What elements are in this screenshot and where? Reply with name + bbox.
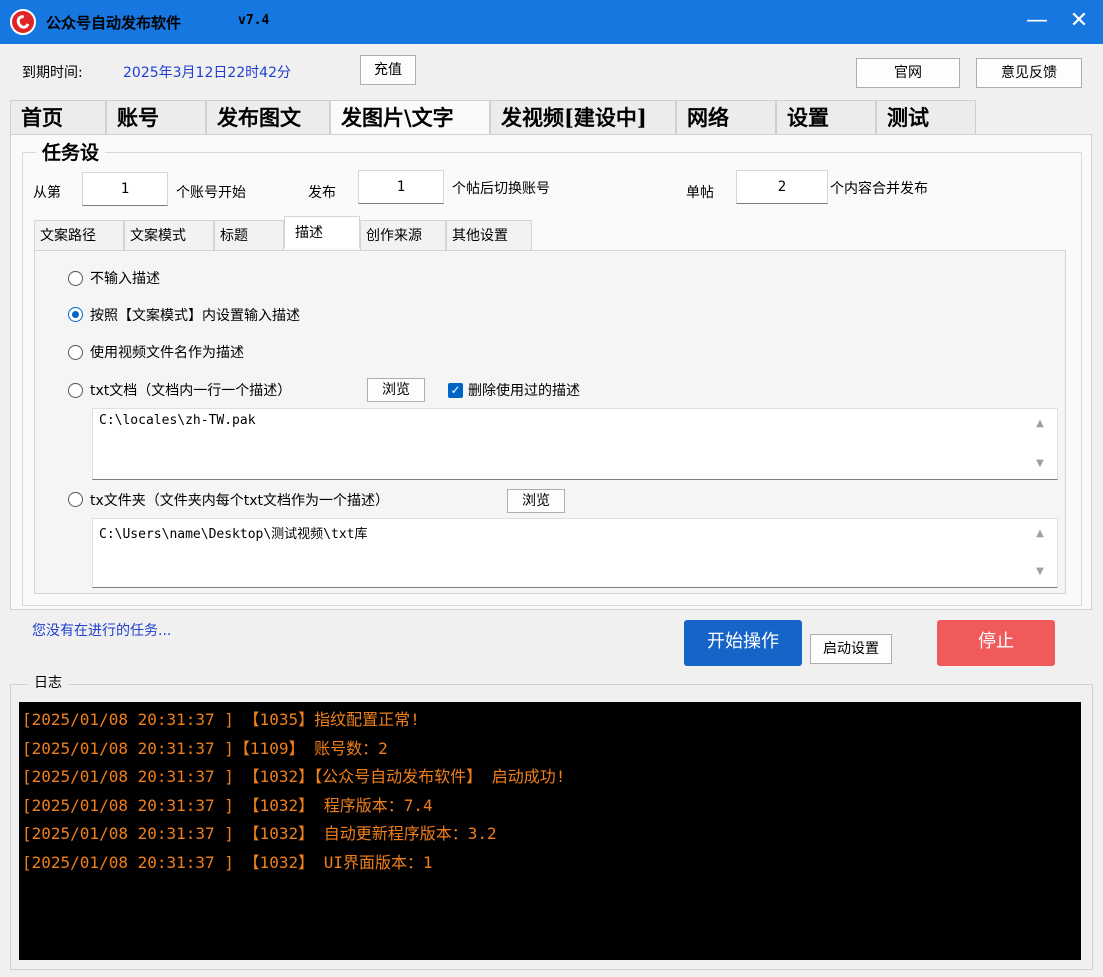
subtab-copy-path[interactable]: 文案路径 (34, 220, 124, 250)
status-text: 您没有在进行的任务... (32, 623, 172, 639)
log-line: [2025/01/08 20:31:37 ] 【1032】 程序版本：7.4 (22, 795, 433, 815)
single-label: 单帖 (686, 185, 714, 201)
from-label: 从第 (33, 185, 61, 201)
tab-test[interactable]: 测试 (876, 100, 976, 134)
tab-account[interactable]: 账号 (106, 100, 206, 134)
publish-suffix: 个帖后切换账号 (452, 181, 550, 197)
tab-publish-image-text[interactable]: 发图片\文字 (330, 100, 490, 134)
tab-publish-article[interactable]: 发布图文 (206, 100, 330, 134)
scroll-up-icon[interactable]: ▲ (1034, 418, 1046, 430)
from-suffix: 个账号开始 (176, 185, 246, 201)
log-console: [2025/01/08 20:31:37 ] 【1035】指纹配置正常! [20… (19, 702, 1081, 960)
tab-network[interactable]: 网络 (676, 100, 776, 134)
log-line: [2025/01/08 20:31:37 ] 【1032】 UI界面版本：1 (22, 852, 433, 872)
window-version: v7.4 (238, 13, 270, 28)
tab-home[interactable]: 首页 (10, 100, 106, 134)
log-title: 日志 (28, 672, 68, 692)
radio-mode-description[interactable] (68, 307, 83, 322)
radio-folder-description-label: tx文件夹（文件夹内每个txt文档作为一个描述） (90, 493, 390, 509)
close-button[interactable]: ✕ (1062, 6, 1096, 36)
merge-count-input[interactable]: 2 (736, 170, 828, 204)
single-suffix: 个内容合并发布 (830, 181, 928, 197)
subtab-creation-source[interactable]: 创作来源 (360, 220, 446, 250)
folder-path-textarea[interactable]: C:\Users\name\Desktop\测试视频\txt库 (92, 518, 1058, 588)
recharge-button[interactable]: 充值 (360, 55, 416, 85)
official-site-button[interactable]: 官网 (856, 58, 960, 88)
minimize-button[interactable]: — (1020, 6, 1054, 36)
tab-settings[interactable]: 设置 (776, 100, 876, 134)
startup-settings-button[interactable]: 启动设置 (810, 634, 892, 664)
stop-button[interactable]: 停止 (937, 620, 1055, 666)
log-line: [2025/01/08 20:31:37 ] 【1032】【公众号自动发布软件】… (22, 767, 566, 786)
subtab-other-settings[interactable]: 其他设置 (446, 220, 532, 250)
window-title: 公众号自动发布软件 (46, 14, 182, 32)
publish-label: 发布 (308, 185, 336, 201)
log-line: [2025/01/08 20:31:37 ] 【1035】指纹配置正常! (22, 710, 420, 729)
posts-per-account-input[interactable]: 1 (358, 170, 444, 204)
subtab-copy-mode[interactable]: 文案模式 (124, 220, 214, 250)
log-line: [2025/01/08 20:31:37 ]【1109】 账号数：2 (22, 738, 388, 758)
expiry-label: 到期时间: (22, 65, 83, 81)
radio-filename-description[interactable] (68, 345, 83, 360)
browse-txt-button[interactable]: 浏览 (367, 378, 425, 402)
delete-used-checkbox[interactable]: ✓ (448, 383, 463, 398)
feedback-button[interactable]: 意见反馈 (976, 58, 1082, 88)
radio-txt-description-label: txt文档（文档内一行一个描述） (90, 383, 292, 399)
delete-used-label: 删除使用过的描述 (468, 383, 580, 399)
scroll-up-icon[interactable]: ▲ (1034, 528, 1046, 540)
radio-filename-description-label: 使用视频文件名作为描述 (90, 345, 244, 361)
radio-txt-description[interactable] (68, 383, 83, 398)
log-line: [2025/01/08 20:31:37 ] 【1032】 自动更新程序版本：3… (22, 824, 497, 843)
task-settings-title: 任务设 (36, 142, 106, 164)
app-logo-icon (10, 9, 36, 35)
radio-no-description-label: 不输入描述 (90, 271, 160, 287)
radio-folder-description[interactable] (68, 492, 83, 507)
main-tab-bar: 首页 账号 发布图文 发图片\文字 发视频[建设中] 网络 设置 测试 (10, 100, 1085, 134)
subtab-description[interactable]: 描述 (284, 216, 360, 248)
subtab-title[interactable]: 标题 (214, 220, 284, 250)
sub-tab-bar: 文案路径 文案模式 标题 描述 创作来源 其他设置 (34, 216, 532, 250)
start-button[interactable]: 开始操作 (684, 620, 802, 666)
scroll-down-icon[interactable]: ▼ (1034, 458, 1046, 470)
start-account-input[interactable]: 1 (82, 172, 168, 206)
txt-path-textarea[interactable]: C:\locales\zh-TW.pak (92, 408, 1058, 480)
radio-no-description[interactable] (68, 271, 83, 286)
radio-mode-description-label: 按照【文案模式】内设置输入描述 (90, 308, 300, 324)
tab-publish-video[interactable]: 发视频[建设中] (490, 100, 676, 134)
expiry-value: 2025年3月12日22时42分 (123, 65, 291, 81)
browse-folder-button[interactable]: 浏览 (507, 489, 565, 513)
scroll-down-icon[interactable]: ▼ (1034, 566, 1046, 578)
